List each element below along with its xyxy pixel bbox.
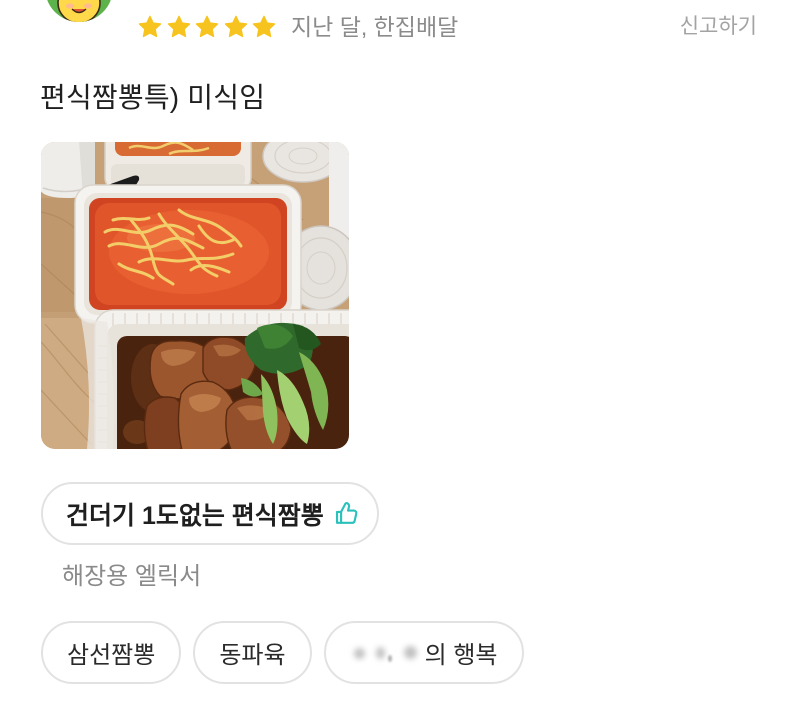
blur-blob — [403, 645, 417, 659]
soup-tray — [74, 184, 302, 324]
white-cup — [329, 142, 349, 238]
review-date-delivery-type: 지난 달, 한집배달 — [291, 14, 459, 40]
star-icon — [138, 15, 162, 38]
liked-menu-chip[interactable]: 건더기 1도없는 편식짬뽕 — [41, 482, 379, 545]
star-icon — [224, 15, 247, 38]
blurred-text — [350, 639, 422, 667]
menu-tag[interactable]: 삼선짬뽕 — [41, 621, 182, 684]
liked-menu-comment: 해장용 엘릭서 — [62, 563, 202, 590]
review-text: 편식짬뽕특) 미식임 — [40, 82, 266, 113]
blur-blob — [375, 646, 385, 659]
food-photo — [41, 142, 349, 449]
avatar-icon[interactable] — [45, 0, 113, 22]
star-icon — [167, 15, 190, 38]
report-button[interactable]: 신고하기 — [680, 12, 757, 42]
blur-blob — [353, 647, 365, 659]
menu-tag-label: 의 행복 — [424, 642, 498, 669]
liked-menu-name: 건더기 1도없는 편식짬뽕 — [66, 501, 324, 530]
avatar-clip — [44, 0, 114, 23]
menu-tag[interactable]: 의 행복 — [323, 621, 524, 684]
star-icon — [195, 15, 219, 38]
star-icon — [252, 15, 276, 38]
star-rating — [137, 14, 277, 40]
avatar-illustration — [47, 0, 111, 22]
blur-blob — [387, 654, 392, 662]
menu-tag[interactable]: 동파육 — [193, 621, 312, 684]
thumbs-up-icon — [335, 501, 358, 524]
review-photo[interactable] — [41, 142, 349, 449]
menu-tag-label: 삼선짬뽕 — [67, 642, 156, 669]
menu-tag-label: 동파육 — [219, 642, 286, 669]
menu-tags: 삼선짬뽕 동파육 의 행복 — [41, 621, 524, 684]
